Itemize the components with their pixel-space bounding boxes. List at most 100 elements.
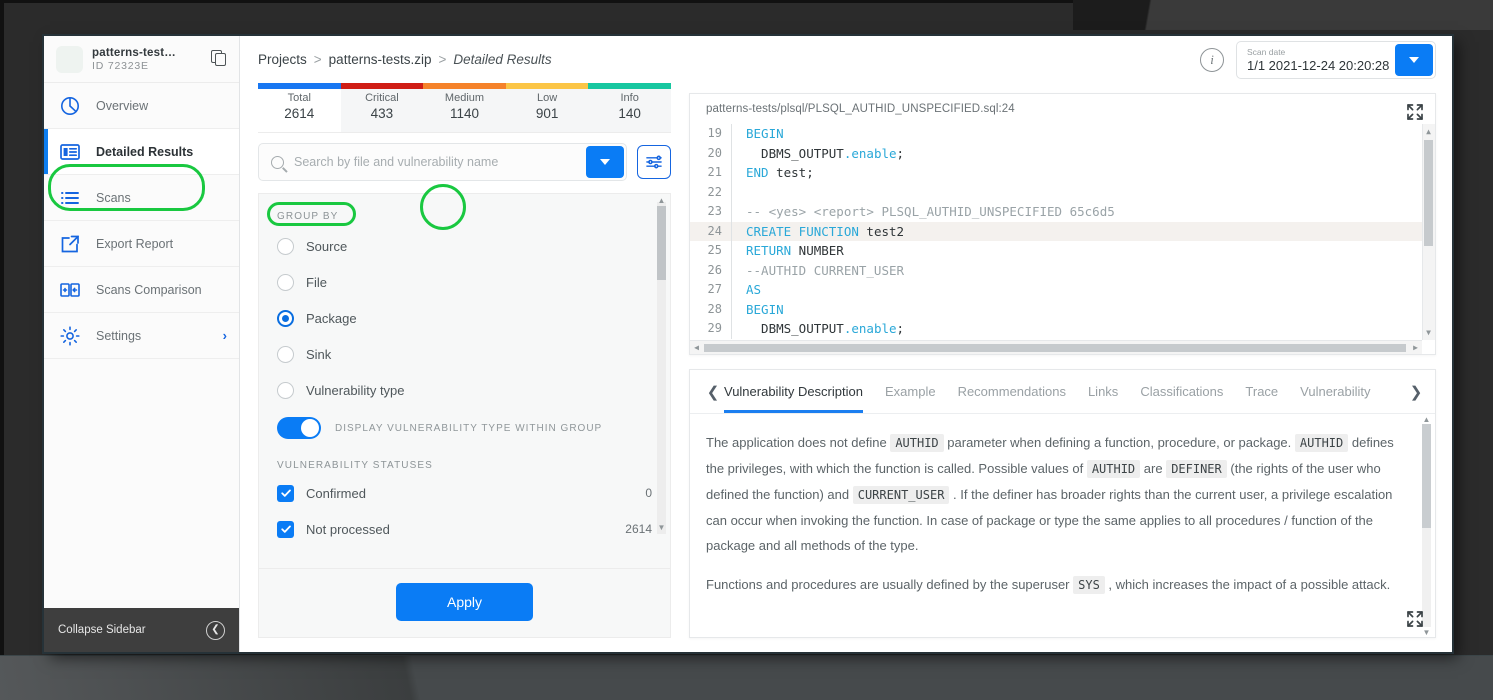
severity-cell-medium[interactable]: Medium 1140 — [423, 83, 506, 132]
scroll-down-arrow-icon[interactable]: ▼ — [657, 523, 666, 532]
caret-down-icon — [1409, 56, 1419, 63]
sidebar-item-export-report[interactable]: Export Report — [44, 221, 239, 267]
chevron-left-icon[interactable]: ❮ — [702, 383, 724, 401]
collapse-sidebar-button[interactable]: Collapse Sidebar ❮ — [44, 608, 239, 652]
tab-classifications[interactable]: Classifications — [1140, 370, 1223, 413]
severity-name: Total — [287, 92, 311, 104]
display-vulnerability-type-toggle[interactable]: DISPLAY VULNERABILITY TYPE WITHIN GROUP — [277, 408, 652, 448]
code-line: 23 -- <yes> <report> PLSQL_AUTHID_UNSPECI… — [690, 202, 1435, 222]
expand-icon[interactable] — [1405, 102, 1425, 122]
top-bar: Projects > patterns-tests.zip > Detailed… — [240, 36, 1452, 83]
sidebar-item-overview[interactable]: Overview — [44, 83, 239, 129]
sidebar-item-label: Scans — [96, 190, 131, 205]
detailed-results-icon — [58, 140, 82, 164]
scroll-right-arrow-icon[interactable]: ▶ — [1410, 343, 1421, 353]
tab-example[interactable]: Example — [885, 370, 936, 413]
sidebar-item-label: Settings — [96, 328, 142, 343]
severity-cell-critical[interactable]: Critical 433 — [340, 83, 424, 132]
code-body[interactable]: 19 BEGIN 20 DBMS_OUTPUT.enable; 21 END test;… — [690, 124, 1435, 354]
tab-vulnerability[interactable]: Vulnerability — [1300, 370, 1370, 413]
code-line: 25 RETURN NUMBER — [690, 241, 1435, 261]
scan-date-dropdown-button[interactable] — [1395, 43, 1433, 76]
scan-date-select[interactable]: Scan date 1/1 2021-12-24 20:20:28 — [1236, 40, 1436, 79]
scan-date-label: Scan date — [1247, 46, 1286, 57]
scroll-up-arrow-icon[interactable]: ▲ — [1424, 126, 1433, 137]
info-icon[interactable]: i — [1200, 47, 1224, 72]
code-line-text: -- <yes> <report> PLSQL_AUTHID_UNSPECIFI… — [746, 204, 1115, 219]
sidebar-item-settings[interactable]: Settings › — [44, 313, 239, 359]
checkbox-row-not-processed[interactable]: Not processed 2614 — [277, 511, 652, 547]
breadcrumb-project[interactable]: patterns-tests.zip — [329, 52, 432, 67]
checkbox-count: 0 — [645, 486, 652, 500]
checkbox-row-confirmed[interactable]: Confirmed 0 — [277, 475, 652, 511]
tab-links[interactable]: Links — [1088, 370, 1118, 413]
radio-icon — [277, 237, 294, 255]
project-name: patterns-test… — [92, 46, 176, 59]
project-meta: patterns-test… ID 72323E — [92, 47, 202, 72]
severity-cell-total[interactable]: Total 2614 — [258, 83, 341, 132]
filter-toggle-button[interactable] — [637, 145, 671, 179]
code-horizontal-scrollbar[interactable]: ◀ ▶ — [690, 340, 1422, 354]
code-vertical-scrollbar[interactable]: ▲ ▼ — [1422, 124, 1435, 340]
radio-option-sink[interactable]: Sink — [277, 336, 652, 372]
severity-count: 140 — [618, 106, 641, 121]
radio-option-package[interactable]: Package — [277, 300, 652, 336]
scroll-down-arrow-icon[interactable]: ▼ — [1424, 327, 1433, 338]
code-line-number: 23 — [690, 202, 732, 222]
search-dropdown-button[interactable] — [586, 146, 624, 178]
gear-icon — [58, 324, 82, 348]
filter-panel: GROUP BY Source File Package Sink Vulner… — [258, 193, 671, 638]
sidebar-item-scans-comparison[interactable]: Scans Comparison — [44, 267, 239, 313]
code-line: 26 --AUTHID CURRENT_USER — [690, 260, 1435, 280]
code-vscroll-thumb[interactable] — [1424, 140, 1433, 246]
scroll-up-arrow-icon[interactable]: ▲ — [657, 196, 666, 205]
main-content: Projects > patterns-tests.zip > Detailed… — [240, 36, 1452, 652]
search-input[interactable]: Search by file and vulnerability name — [258, 143, 627, 181]
breadcrumb-separator: > — [313, 52, 322, 67]
copy-icon[interactable] — [211, 50, 229, 68]
tab-trace[interactable]: Trace — [1245, 370, 1278, 413]
filter-panel-scrollbar-thumb[interactable] — [657, 206, 666, 280]
expand-icon[interactable] — [1405, 609, 1425, 629]
tab-vulnerability-description[interactable]: Vulnerability Description — [724, 370, 863, 413]
breadcrumb-projects[interactable]: Projects — [258, 52, 307, 67]
tabs-row: ❮ Vulnerability Description Example Recomm… — [690, 370, 1435, 414]
scroll-up-arrow-icon[interactable]: ▲ — [1422, 414, 1431, 424]
code-line-text: DBMS_OUTPUT.enable; — [746, 145, 905, 161]
chevron-right-icon[interactable]: ❯ — [1405, 383, 1427, 401]
bezel-top-right-bevel — [1073, 0, 1493, 30]
checkbox-label: Confirmed — [306, 485, 366, 501]
code-file-path: patterns-tests/plsql/PLSQL_AUTHID_UNSPEC… — [706, 103, 1015, 115]
code-line-text: END test; — [746, 165, 814, 180]
details-scrollbar[interactable]: ▲ ▼ — [1422, 415, 1431, 637]
severity-name: Info — [620, 92, 639, 104]
sidebar-item-scans[interactable]: Scans — [44, 175, 239, 221]
severity-cell-info[interactable]: Info 140 — [588, 83, 671, 132]
sidebar-item-detailed-results[interactable]: Detailed Results — [44, 129, 239, 175]
code-line-number: 28 — [690, 299, 732, 319]
radio-option-source[interactable]: Source — [277, 228, 652, 264]
search-icon — [271, 155, 284, 169]
project-id: ID 72323E — [92, 59, 149, 72]
severity-cell-low[interactable]: Low 901 — [505, 83, 589, 132]
radio-option-vulnerability-type[interactable]: Vulnerability type — [277, 372, 652, 408]
code-hscroll-thumb[interactable] — [704, 344, 1406, 352]
tabs: Vulnerability Description Example Recommen… — [724, 370, 1405, 413]
apply-button[interactable]: Apply — [396, 583, 533, 621]
tab-recommendations[interactable]: Recommendations — [958, 370, 1066, 413]
code-line: 19 BEGIN — [690, 124, 1435, 144]
compare-icon — [58, 278, 82, 302]
code-line: 22 — [690, 182, 1435, 203]
breadcrumb: Projects > patterns-tests.zip > Detailed… — [258, 52, 552, 67]
code-line-number: 24 — [690, 221, 732, 241]
caret-down-icon — [600, 159, 610, 165]
severity-count: 901 — [535, 106, 559, 121]
scroll-left-arrow-icon[interactable]: ◀ — [691, 343, 702, 353]
details-scrollbar-thumb[interactable] — [1422, 424, 1431, 528]
radio-label: Source — [306, 238, 348, 254]
radio-option-file[interactable]: File — [277, 264, 652, 300]
group-by-title: GROUP BY — [277, 211, 339, 222]
breadcrumb-separator: > — [438, 52, 447, 67]
sidebar: patterns-test… ID 72323E Overview Detail… — [44, 36, 240, 652]
